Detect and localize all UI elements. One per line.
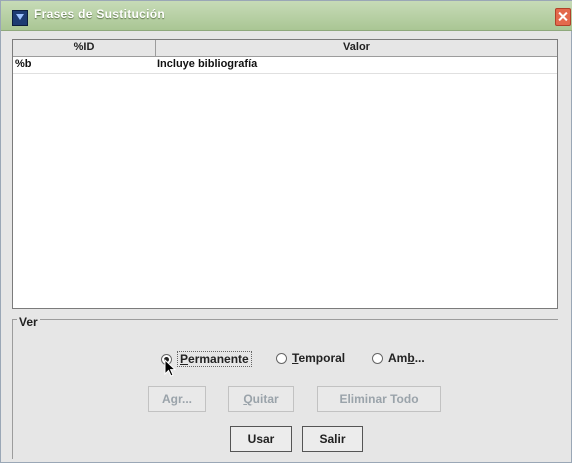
remove-button[interactable]: Quitar bbox=[228, 386, 294, 412]
use-button[interactable]: Usar bbox=[230, 426, 292, 452]
delete-all-button[interactable]: Eliminar Todo bbox=[317, 386, 441, 412]
cell-valor: Incluye bibliografía bbox=[157, 58, 258, 70]
radio-permanente-label-rest: ermanente bbox=[188, 352, 249, 366]
exit-button[interactable]: Salir bbox=[302, 426, 363, 452]
radio-temporal-label-rest: emporal bbox=[298, 351, 346, 365]
column-header-valor[interactable]: Valor bbox=[156, 40, 557, 56]
column-header-id[interactable]: %ID bbox=[13, 40, 156, 56]
close-icon[interactable] bbox=[555, 8, 571, 26]
mnemonic-p: P bbox=[180, 352, 189, 366]
substitution-table[interactable]: %ID Valor %b Incluye bibliografía bbox=[12, 39, 558, 309]
remove-button-label-rest: uitar bbox=[252, 392, 279, 406]
table-header: %ID Valor bbox=[13, 40, 557, 57]
mnemonic-b: b bbox=[407, 351, 415, 365]
cell-id: %b bbox=[15, 58, 32, 70]
dialog-window: Frases de Sustitución %ID Valor %b Inclu… bbox=[0, 0, 572, 463]
table-row[interactable]: %b Incluye bibliografía bbox=[13, 57, 557, 74]
app-icon bbox=[12, 10, 28, 26]
title-bar[interactable]: Frases de Sustitución bbox=[1, 1, 572, 31]
radio-unchecked-icon[interactable] bbox=[276, 352, 287, 364]
radio-temporal-label: Temporal bbox=[292, 351, 345, 365]
radio-ambos-label-rest: ... bbox=[414, 351, 425, 365]
radio-permanente-label: Permanente bbox=[177, 351, 252, 367]
radio-temporal[interactable]: Temporal bbox=[276, 351, 345, 365]
add-button[interactable]: Agr... bbox=[148, 386, 206, 412]
radio-ambos-label-a: Am bbox=[388, 351, 408, 365]
radio-ambos-label: Amb... bbox=[388, 351, 425, 365]
radio-unchecked-icon[interactable] bbox=[372, 352, 383, 364]
window-title: Frases de Sustitución bbox=[34, 7, 165, 21]
radio-ambos[interactable]: Amb... bbox=[372, 351, 425, 365]
mnemonic-q: Q bbox=[243, 392, 253, 406]
ver-legend: Ver bbox=[17, 315, 40, 329]
